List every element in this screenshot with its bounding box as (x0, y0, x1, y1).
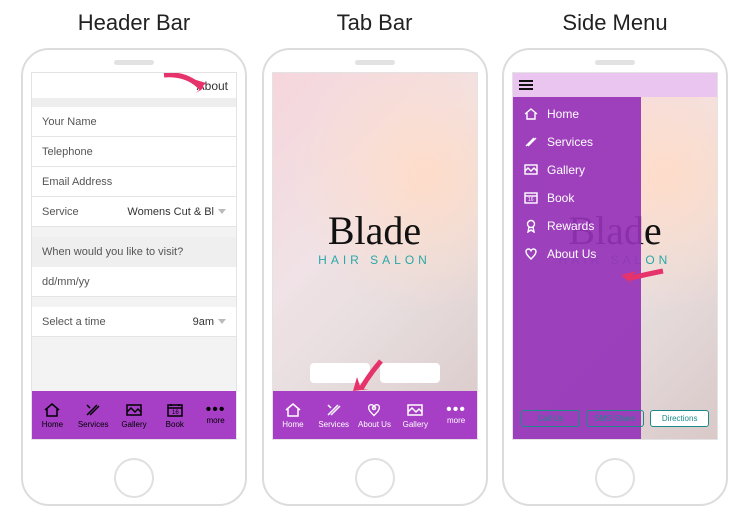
menu-rewards[interactable]: Rewards (523, 219, 631, 233)
directions-button[interactable]: Directions (650, 410, 709, 427)
menu-services[interactable]: Services (523, 135, 631, 149)
home-button (595, 458, 635, 498)
tab-book[interactable]: 16 Book (156, 402, 194, 429)
tab-services[interactable]: Services (74, 402, 112, 429)
column-title-side: Side Menu (562, 10, 667, 36)
visit-question: When would you like to visit? (32, 237, 236, 267)
phone-speaker (114, 60, 154, 65)
header-bar-3 (513, 73, 717, 97)
svg-text:16: 16 (528, 197, 534, 203)
menu-book[interactable]: 16 Book (523, 191, 631, 205)
screen-2: Blade HAIR SALON Home Services (272, 72, 478, 440)
screen-1: About Your Name Telephone Email Address … (31, 72, 237, 440)
time-select[interactable]: Select a time 9am (32, 307, 236, 337)
phone-speaker (595, 60, 635, 65)
hamburger-icon[interactable] (519, 80, 533, 90)
phone-speaker (355, 60, 395, 65)
tab-home[interactable]: Home (33, 402, 71, 429)
tab-more[interactable]: ••• more (197, 406, 235, 425)
tab-bar-1: Home Services Gallery 16 Book ••• more (32, 391, 236, 439)
sms-button[interactable]: SMS Share (586, 410, 645, 427)
phone-frame-2: Blade HAIR SALON Home Services (262, 48, 488, 506)
tab-services[interactable]: Services (315, 402, 353, 429)
home-button (114, 458, 154, 498)
tab-gallery[interactable]: Gallery (396, 402, 434, 429)
column-title-tab: Tab Bar (337, 10, 413, 36)
service-select[interactable]: Service Womens Cut & Bl (32, 197, 236, 227)
tab-gallery[interactable]: Gallery (115, 402, 153, 429)
phone-frame-3: Blade HAIR SALON Home Services Gallery (502, 48, 728, 506)
more-icon: ••• (206, 406, 226, 414)
tab-more[interactable]: ••• more (437, 406, 475, 425)
menu-home[interactable]: Home (523, 107, 631, 121)
name-field[interactable]: Your Name (32, 107, 236, 137)
chevron-down-icon (218, 209, 226, 214)
home-button (355, 458, 395, 498)
brand-logo: Blade HAIR SALON (273, 213, 477, 267)
date-field[interactable]: dd/mm/yy (32, 267, 236, 297)
phone-frame-1: About Your Name Telephone Email Address … (21, 48, 247, 506)
arrow-annotation-3 (613, 265, 669, 295)
booking-form: Your Name Telephone Email Address Servic… (32, 107, 236, 391)
menu-gallery[interactable]: Gallery (523, 163, 631, 177)
svg-text:16: 16 (172, 410, 179, 416)
pill-button[interactable] (380, 363, 440, 383)
action-buttons: Call Us SMS Share Directions (513, 410, 717, 427)
tab-about[interactable]: About Us (355, 402, 393, 429)
screen-3: Blade HAIR SALON Home Services Gallery (512, 72, 718, 440)
telephone-field[interactable]: Telephone (32, 137, 236, 167)
email-field[interactable]: Email Address (32, 167, 236, 197)
more-icon: ••• (446, 406, 466, 414)
chevron-down-icon (218, 319, 226, 324)
column-title-header: Header Bar (78, 10, 191, 36)
arrow-annotation-2 (349, 357, 389, 399)
call-button[interactable]: Call Us (521, 410, 580, 427)
arrow-annotation-1 (160, 72, 210, 101)
tab-home[interactable]: Home (274, 402, 312, 429)
menu-about[interactable]: About Us (523, 247, 631, 261)
